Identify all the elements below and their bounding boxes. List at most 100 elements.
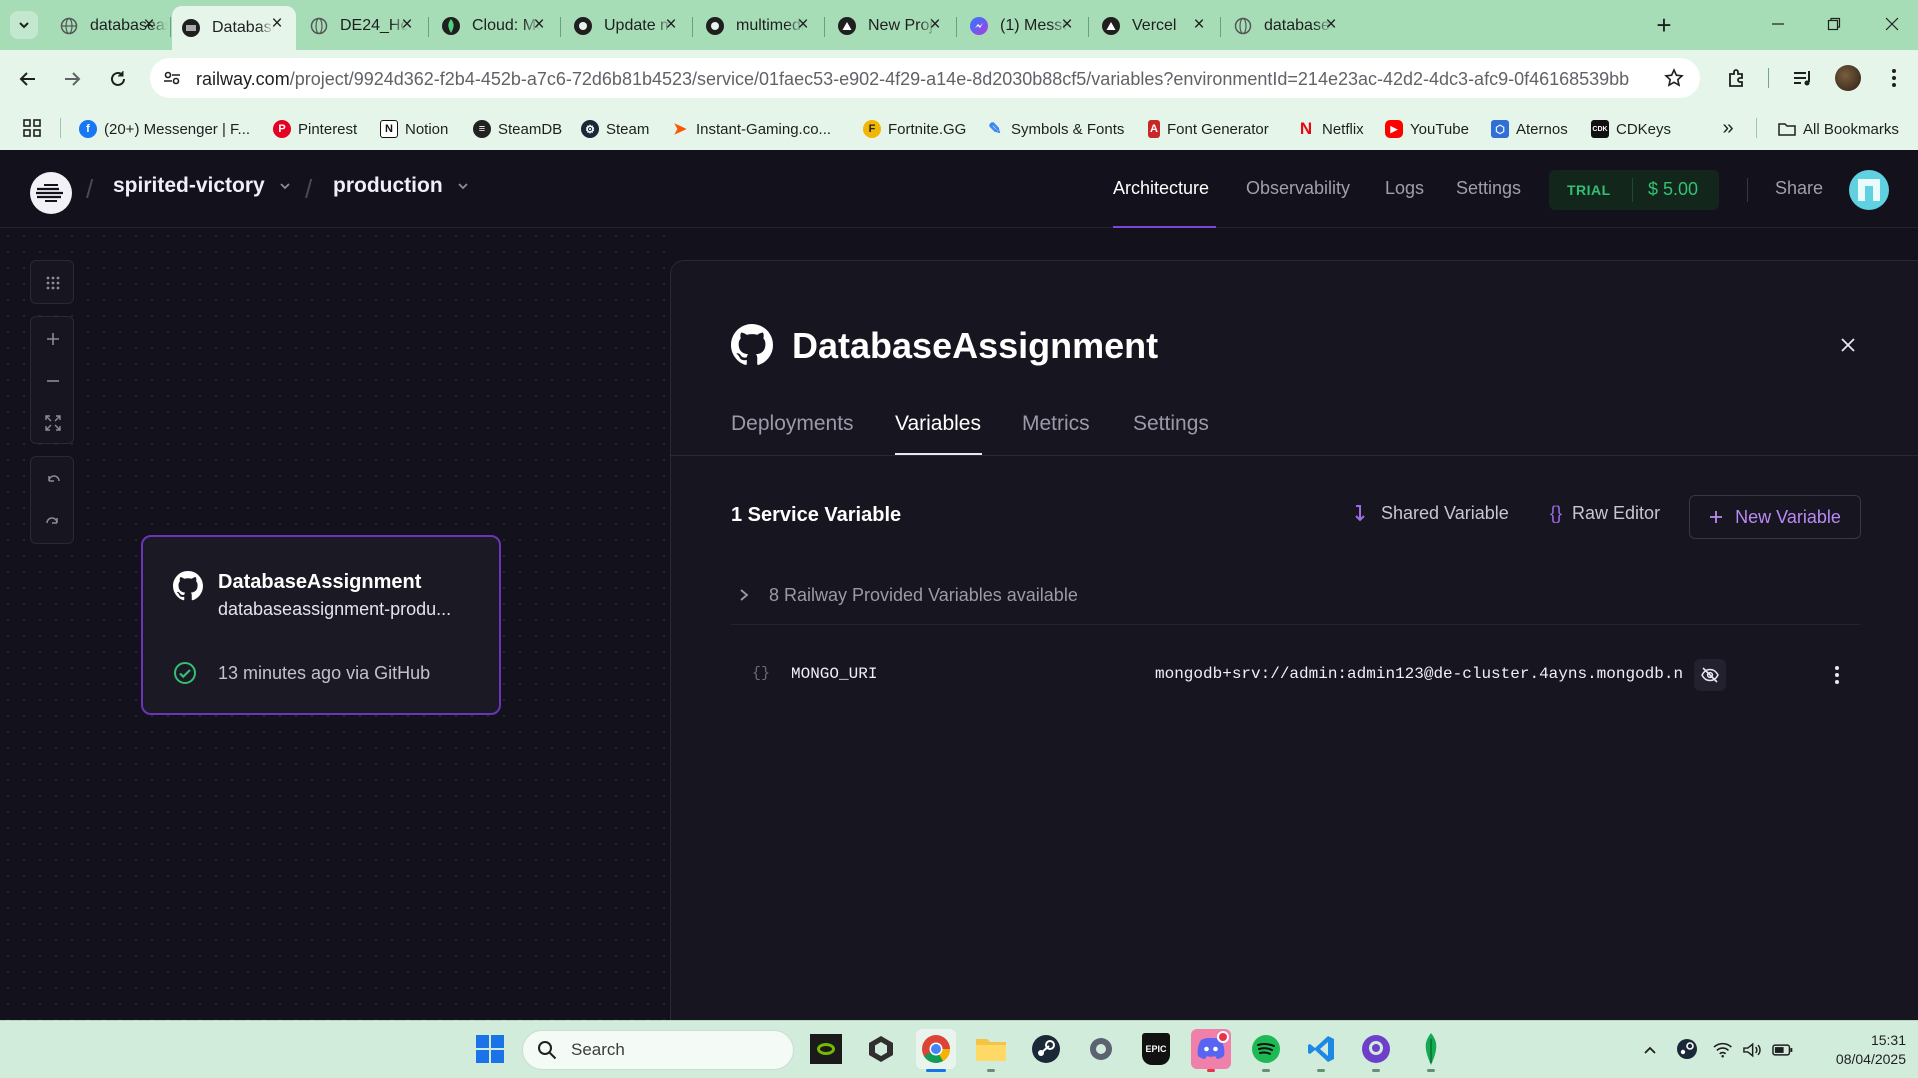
- bookmark-cdkeys[interactable]: CDK CDKeys: [1591, 117, 1671, 141]
- apps-button[interactable]: [18, 114, 46, 142]
- tab-close-icon[interactable]: ×: [266, 13, 288, 35]
- zoom-out-button[interactable]: [31, 361, 75, 401]
- tab-close-icon[interactable]: ×: [396, 14, 418, 36]
- taskbar-settings[interactable]: [1081, 1029, 1121, 1069]
- tab-close-icon[interactable]: ×: [1056, 14, 1078, 36]
- fit-view-button[interactable]: [31, 403, 75, 443]
- taskbar-discord[interactable]: [1191, 1029, 1231, 1069]
- clock-button[interactable]: 15:31 08/04/2025: [1806, 1030, 1906, 1070]
- tab-deployments[interactable]: Deployments: [731, 412, 854, 436]
- tab-databaseassignment-1[interactable]: databaseassignment ×: [48, 7, 168, 44]
- more-bookmarks-button[interactable]: »: [1714, 114, 1742, 142]
- taskbar-file-explorer[interactable]: [971, 1029, 1011, 1069]
- reload-button[interactable]: [104, 65, 132, 93]
- tab-metrics[interactable]: Metrics: [1022, 412, 1090, 436]
- bookmark-steamdb[interactable]: ≡ SteamDB: [473, 117, 562, 141]
- nav-settings[interactable]: Settings: [1456, 178, 1521, 199]
- tray-steam-button[interactable]: [1676, 1038, 1700, 1062]
- bookmark-font-generator[interactable]: A Font Generator: [1148, 117, 1269, 141]
- project-selector[interactable]: spirited-victory: [113, 174, 293, 198]
- canvas-layout-button[interactable]: [31, 263, 75, 303]
- service-card[interactable]: DatabaseAssignment databaseassignment-pr…: [141, 535, 501, 715]
- tab-close-icon[interactable]: ×: [138, 14, 160, 36]
- taskbar-nvidia[interactable]: [806, 1029, 846, 1069]
- tab-databaseassignment-railway[interactable]: DatabaseAssignment ×: [172, 6, 296, 50]
- undo-button[interactable]: [31, 459, 75, 499]
- all-bookmarks-button[interactable]: All Bookmarks: [1778, 117, 1899, 141]
- variable-name[interactable]: MONGO_URI: [791, 665, 877, 683]
- tab-close-icon[interactable]: ×: [1188, 14, 1210, 36]
- shared-variable-button[interactable]: Shared Variable: [1353, 503, 1509, 524]
- new-variable-button[interactable]: New Variable: [1689, 495, 1861, 539]
- new-tab-button[interactable]: +: [1650, 10, 1678, 40]
- tab-close-icon[interactable]: ×: [792, 14, 814, 36]
- extensions-button[interactable]: [1723, 64, 1751, 92]
- taskbar-spotify[interactable]: [1246, 1029, 1286, 1069]
- tray-network-button[interactable]: [1713, 1038, 1793, 1062]
- tray-overflow-button[interactable]: [1638, 1038, 1662, 1062]
- taskbar-chrome[interactable]: [916, 1029, 956, 1069]
- zoom-in-button[interactable]: [31, 319, 75, 359]
- tab-de24-hom[interactable]: DE24_Hom ×: [298, 7, 426, 44]
- taskbar-github-desktop[interactable]: [1356, 1029, 1396, 1069]
- tab-close-icon[interactable]: ×: [1320, 14, 1342, 36]
- railway-logo-button[interactable]: [30, 172, 72, 214]
- close-panel-button[interactable]: [1834, 331, 1862, 359]
- taskbar-unity[interactable]: [861, 1029, 901, 1069]
- bookmark-steam[interactable]: ⚙ Steam: [581, 117, 649, 141]
- share-button[interactable]: Share: [1775, 178, 1823, 199]
- bookmark-star-button[interactable]: [1660, 64, 1688, 92]
- tab-update-ma[interactable]: Update ma ×: [562, 7, 690, 44]
- variable-value[interactable]: mongodb+srv://admin:admin123@de-cluster.…: [1155, 665, 1683, 683]
- tab-multimedi[interactable]: multimedi ×: [694, 7, 822, 44]
- variable-menu-button[interactable]: [1823, 661, 1851, 689]
- back-button[interactable]: [14, 65, 42, 93]
- taskbar-steam[interactable]: [1026, 1029, 1066, 1069]
- tab-cloud-mongodb[interactable]: Cloud: Mo ×: [430, 7, 558, 44]
- bookmark-netflix[interactable]: N Netflix: [1297, 117, 1364, 141]
- trial-credit-button[interactable]: TRIAL $ 5.00: [1549, 170, 1719, 210]
- bookmark-instant-gaming[interactable]: ➤ Instant-Gaming.co...: [671, 117, 831, 141]
- nav-architecture[interactable]: Architecture: [1113, 178, 1209, 199]
- windows-start-button[interactable]: [470, 1029, 510, 1069]
- close-window-button[interactable]: [1878, 10, 1906, 38]
- toggle-visibility-button[interactable]: [1694, 659, 1726, 691]
- tab-search-button[interactable]: [10, 11, 38, 39]
- browser-menu-button[interactable]: [1880, 64, 1908, 92]
- redo-button[interactable]: [31, 501, 75, 541]
- url-text[interactable]: railway.com/project/9924d362-f2b4-452b-a…: [196, 69, 1629, 90]
- tab-close-icon[interactable]: ×: [660, 14, 682, 36]
- raw-editor-button[interactable]: {} Raw Editor: [1550, 503, 1660, 524]
- bookmark-symbols-fonts[interactable]: ✎ Symbols & Fonts: [986, 117, 1124, 141]
- tab-variables[interactable]: Variables: [895, 412, 981, 436]
- tab-settings[interactable]: Settings: [1133, 412, 1209, 436]
- tab-close-icon[interactable]: ×: [528, 14, 550, 36]
- nav-logs[interactable]: Logs: [1385, 178, 1424, 199]
- environment-selector[interactable]: production: [333, 174, 471, 198]
- tab-close-icon[interactable]: ×: [924, 14, 946, 36]
- site-info-button[interactable]: [158, 64, 186, 92]
- bookmark-notion[interactable]: N Notion: [380, 117, 448, 141]
- tab-messenger[interactable]: (1) Messen ×: [958, 7, 1086, 44]
- user-avatar[interactable]: [1849, 170, 1889, 210]
- nav-observability[interactable]: Observability: [1246, 178, 1350, 199]
- bookmark-pinterest[interactable]: P Pinterest: [273, 117, 357, 141]
- taskbar-search[interactable]: Search: [522, 1030, 794, 1070]
- tab-new-project-vercel[interactable]: New Proje ×: [826, 7, 954, 44]
- taskbar-mongodb-compass[interactable]: [1411, 1029, 1451, 1069]
- taskbar-vscode[interactable]: [1301, 1029, 1341, 1069]
- bookmark-messenger[interactable]: f (20+) Messenger | F...: [79, 117, 250, 141]
- restore-button[interactable]: [1820, 10, 1848, 38]
- taskbar-epic-games[interactable]: EPIC: [1136, 1029, 1176, 1069]
- railway-variables-toggle[interactable]: 8 Railway Provided Variables available: [731, 580, 1860, 610]
- tab-vercel[interactable]: Vercel ×: [1090, 7, 1218, 44]
- tab-databasea[interactable]: databasea ×: [1222, 7, 1350, 44]
- forward-button[interactable]: [58, 65, 86, 93]
- bookmark-aternos[interactable]: ⬡ Aternos: [1491, 117, 1568, 141]
- profile-avatar[interactable]: [1834, 64, 1862, 92]
- bookmark-youtube[interactable]: ▶ YouTube: [1385, 117, 1469, 141]
- media-controls-button[interactable]: [1789, 64, 1817, 92]
- bookmark-fortnite-gg[interactable]: F Fortnite.GG: [863, 117, 966, 141]
- variable-row[interactable]: {} MONGO_URI mongodb+srv://admin:admin12…: [731, 655, 1860, 695]
- minimize-button[interactable]: [1764, 10, 1792, 38]
